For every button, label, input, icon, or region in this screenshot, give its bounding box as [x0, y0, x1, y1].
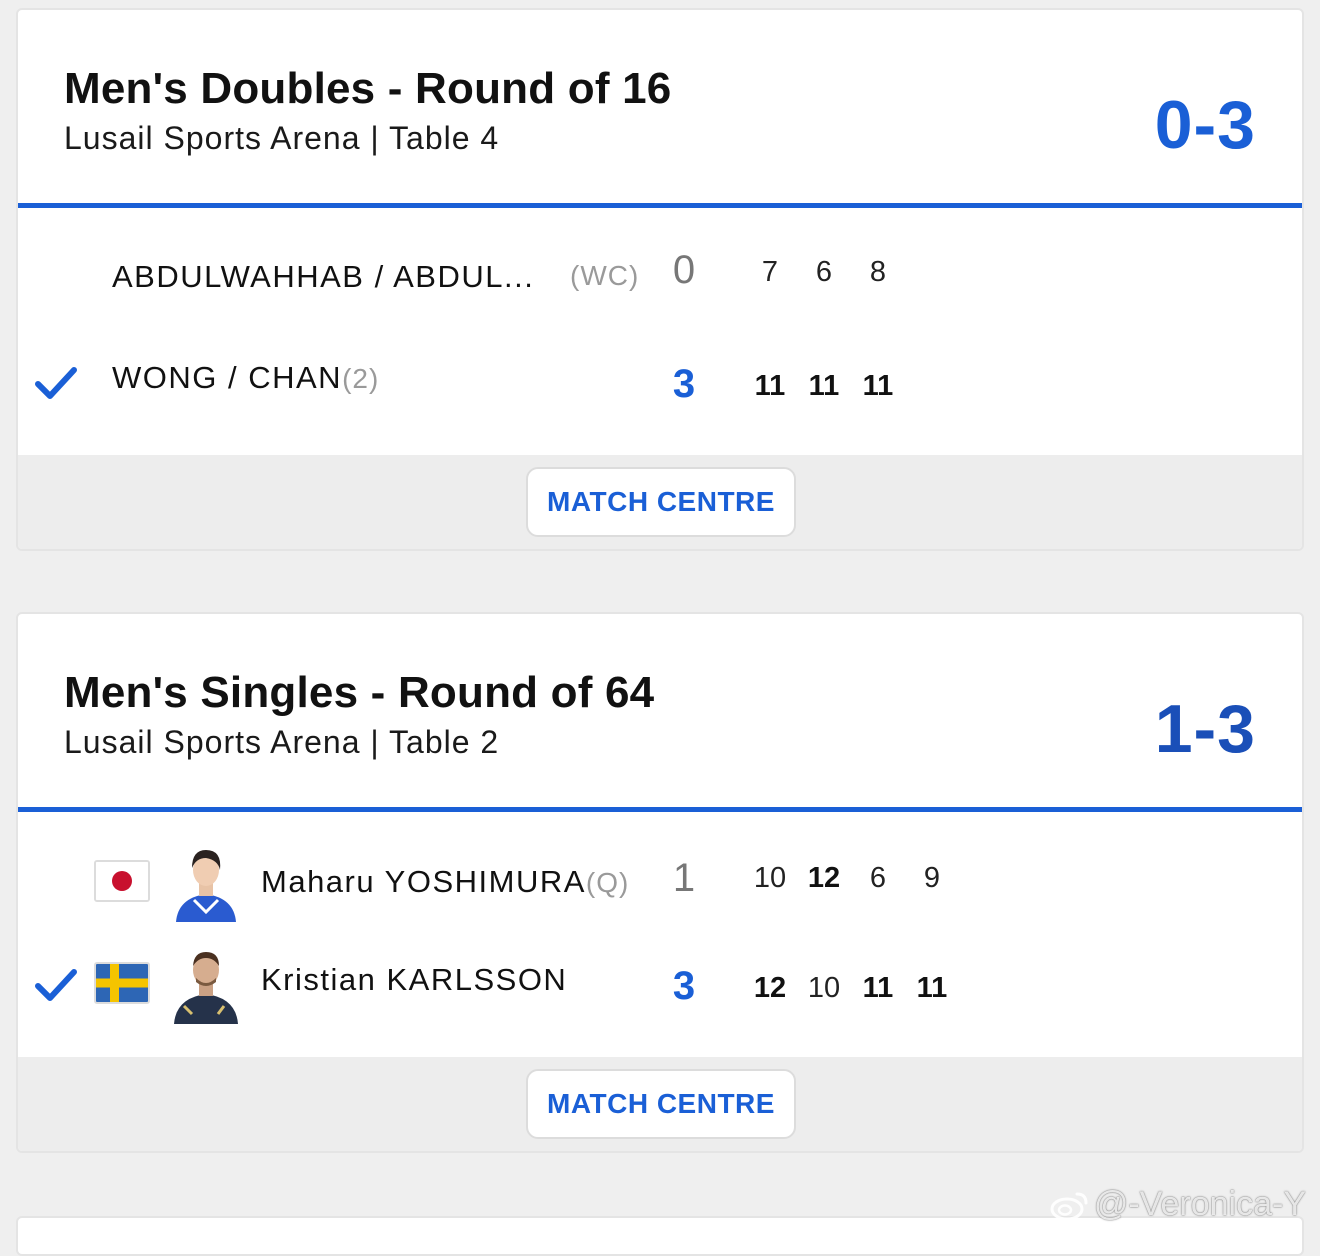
player-row: Kristian KARLSSON 3 12 10 11 11 [18, 942, 1302, 1022]
sweden-flag-icon [94, 962, 150, 1004]
player-name: ABDULWAHHAB / ABDUL... [112, 259, 534, 295]
player-row: WONG / CHAN(2) 3 11 11 11 [18, 340, 1302, 420]
player-avatar [172, 944, 240, 1024]
sets-won: 3 [668, 362, 700, 407]
player-name: Kristian KARLSSON [261, 962, 567, 998]
watermark-text: @-Veronica-Y [1094, 1185, 1306, 1224]
match-header: Men's Singles - Round of 64 Lusail Sport… [18, 614, 1302, 812]
match-venue: Lusail Sports Arena | Table 2 [64, 724, 499, 761]
sets-won: 1 [668, 856, 700, 901]
player-avatar [172, 842, 240, 922]
match-footer: MATCH CENTRE [18, 455, 1302, 549]
match-footer: MATCH CENTRE [18, 1057, 1302, 1151]
winner-check-icon [34, 964, 78, 1008]
game-score: 11 [910, 972, 954, 1005]
player-row: Maharu YOSHIMURA(Q) 1 10 12 6 9 [18, 840, 1302, 920]
player-seed: (2) [342, 363, 379, 394]
match-venue: Lusail Sports Arena | Table 4 [64, 120, 499, 157]
match-centre-button[interactable]: MATCH CENTRE [526, 1069, 796, 1139]
game-score: 12 [802, 862, 846, 895]
game-score: 11 [802, 370, 846, 403]
player-name-text: WONG / CHAN [112, 360, 342, 395]
game-score: 11 [856, 370, 900, 403]
match-centre-button[interactable]: MATCH CENTRE [526, 467, 796, 537]
match-score: 0-3 [1155, 86, 1256, 164]
match-title: Men's Singles - Round of 64 [64, 668, 654, 718]
game-score: 9 [910, 862, 954, 895]
player-row: ABDULWAHHAB / ABDUL... (WC) 0 7 6 8 [18, 232, 1302, 312]
player-name-text: Maharu YOSHIMURA [261, 864, 586, 899]
player-name: WONG / CHAN(2) [112, 360, 379, 396]
game-score: 6 [856, 862, 900, 895]
player-seed: (WC) [570, 260, 639, 292]
weibo-logo-icon [1050, 1188, 1090, 1222]
player-list: ABDULWAHHAB / ABDUL... (WC) 0 7 6 8 WONG… [18, 208, 1302, 452]
watermark: @-Veronica-Y [1050, 1185, 1306, 1224]
game-score: 10 [748, 862, 792, 895]
winner-check-icon [34, 362, 78, 406]
match-score: 1-3 [1155, 690, 1256, 768]
player-name: Maharu YOSHIMURA(Q) [261, 864, 629, 900]
game-score: 11 [748, 370, 792, 403]
player-seed: (Q) [586, 867, 629, 898]
match-card: Men's Doubles - Round of 16 Lusail Sport… [16, 8, 1304, 551]
japan-flag-icon [94, 860, 150, 902]
game-score: 7 [748, 256, 792, 289]
game-score: 11 [856, 972, 900, 1005]
sets-won: 0 [668, 248, 700, 293]
sets-won: 3 [668, 964, 700, 1009]
game-score: 10 [802, 972, 846, 1005]
match-card: Men's Singles - Round of 64 Lusail Sport… [16, 612, 1304, 1153]
match-title: Men's Doubles - Round of 16 [64, 64, 671, 114]
game-score: 6 [802, 256, 846, 289]
game-score: 8 [856, 256, 900, 289]
player-list: Maharu YOSHIMURA(Q) 1 10 12 6 9 [18, 812, 1302, 1056]
match-header: Men's Doubles - Round of 16 Lusail Sport… [18, 10, 1302, 208]
game-score: 12 [748, 972, 792, 1005]
